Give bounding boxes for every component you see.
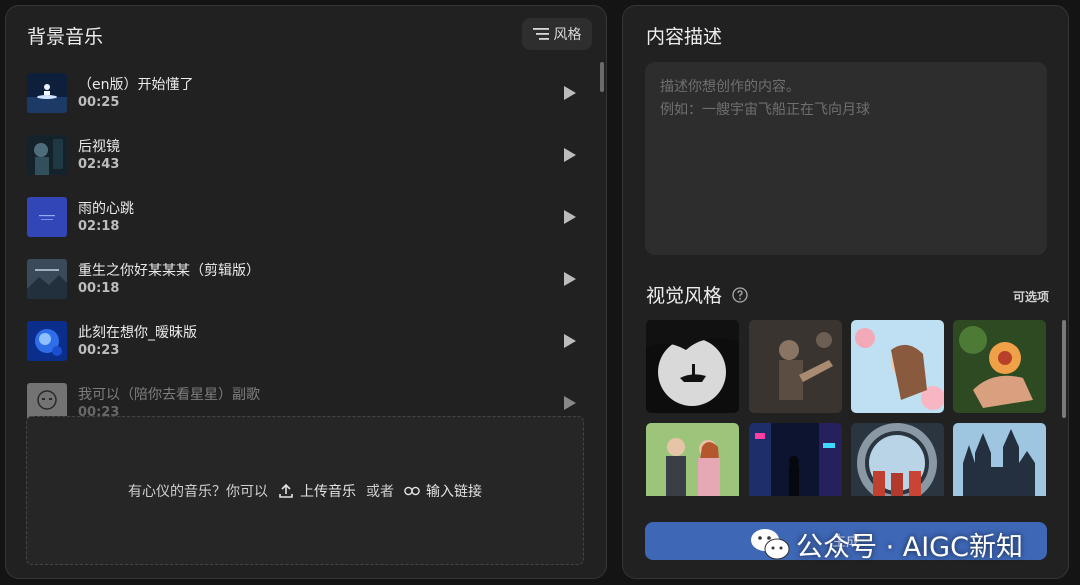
track-name: （en版）开始懂了: [78, 77, 194, 93]
style-thumb-rock-guitarist[interactable]: [749, 320, 842, 413]
upload-prompt: 有心仪的音乐？你可以: [128, 483, 268, 500]
blue-splash-cover: [27, 321, 67, 361]
track-duration: 00:23: [78, 343, 120, 358]
track-name: 雨的心跳: [78, 201, 134, 217]
optional-label: 可选项: [1013, 290, 1050, 304]
track-item[interactable]: 重生之你好某某某（剪辑版） 00:18: [6, 252, 596, 314]
track-item[interactable]: 我可以（陪你去看星星）副歌 00:23: [6, 376, 596, 418]
play-icon[interactable]: [564, 210, 576, 224]
track-item[interactable]: （en版）开始懂了 00:25: [6, 66, 596, 128]
blue-text-cover: [27, 197, 67, 237]
track-item[interactable]: 后视镜 02:43: [6, 128, 596, 190]
visual-style-grid[interactable]: [646, 320, 1048, 496]
visual-style-heading: 视觉风格: [646, 281, 748, 308]
link-icon: [404, 486, 420, 495]
track-duration: 00:25: [78, 95, 120, 110]
track-duration: 02:43: [78, 157, 120, 172]
description-input[interactable]: 描述你想创作的内容。 例如：一艘宇宙飞船正在飞向月球: [645, 62, 1047, 255]
track-list-scrollbar[interactable]: [600, 62, 604, 92]
play-icon[interactable]: [564, 334, 576, 348]
play-icon[interactable]: [564, 148, 576, 162]
play-icon[interactable]: [564, 272, 576, 286]
style-thumb-silhouette-moon[interactable]: [646, 320, 739, 413]
wechat-icon: [751, 529, 790, 560]
upload-drop-area[interactable]: 有心仪的音乐？你可以 上传音乐 或者 输入链接: [26, 416, 584, 565]
moon-boat-cover: [27, 73, 67, 113]
style-filter-button[interactable]: 风格: [522, 18, 592, 50]
upload-icon: [279, 483, 293, 498]
help-icon[interactable]: [732, 286, 748, 303]
track-name: 我可以（陪你去看星星）副歌: [78, 387, 260, 403]
music-panel-title: 背景音乐: [27, 26, 104, 48]
description-placeholder: 描述你想创作的内容。 例如：一艘宇宙飞船正在飞向月球: [660, 79, 870, 118]
or-label: 或者: [366, 483, 394, 500]
play-icon[interactable]: [564, 86, 576, 100]
watermark-text: 公众号 · AIGC新知: [796, 531, 1023, 563]
misty-mountain-cover: [27, 259, 67, 299]
track-name: 此刻在想你_暧昧版: [78, 325, 197, 341]
style-thumb-cyberpunk-street[interactable]: [749, 423, 842, 496]
night-portrait-cover: [27, 135, 67, 175]
upload-music-label: 上传音乐: [300, 483, 356, 500]
track-item[interactable]: 此刻在想你_暧昧版 00:23: [6, 314, 596, 376]
style-thumb-gothic-castle[interactable]: [953, 423, 1046, 496]
sketch-face-cover: [27, 383, 67, 418]
style-grid-scrollbar[interactable]: [1062, 320, 1066, 418]
visual-style-title: 视觉风格: [646, 285, 723, 307]
content-description-panel: 内容描述 描述你想创作的内容。 例如：一艘宇宙飞船正在飞向月球 视觉风格 可选项: [622, 5, 1069, 579]
track-item[interactable]: 雨的心跳 02:18: [6, 190, 596, 252]
track-duration: 02:18: [78, 219, 120, 234]
watermark: 公众号 · AIGC新知: [750, 524, 1023, 564]
upload-music-button[interactable]: 上传音乐: [278, 481, 356, 501]
style-thumb-astronauts-portal[interactable]: [851, 423, 944, 496]
play-icon[interactable]: [564, 396, 576, 410]
style-thumb-dreamy-girl-flowers[interactable]: [851, 320, 944, 413]
input-link-button[interactable]: 输入链接: [404, 481, 482, 501]
track-list[interactable]: （en版）开始懂了 00:25 后视镜 02:43 雨的心跳 02:18 重生之…: [6, 66, 596, 418]
track-duration: 00:18: [78, 281, 120, 296]
input-link-label: 输入链接: [426, 483, 482, 500]
content-panel-title: 内容描述: [646, 26, 723, 48]
style-thumb-peach-in-hand[interactable]: [953, 320, 1046, 413]
style-filter-label: 风格: [553, 27, 582, 43]
style-thumb-couple-in-garden[interactable]: [646, 423, 739, 496]
background-music-panel: 背景音乐 风格 （en版）开始懂了 00:25 后视镜 02:43 雨的心跳 0…: [5, 5, 607, 579]
track-name: 后视镜: [78, 139, 120, 155]
track-name: 重生之你好某某某（剪辑版）: [78, 263, 260, 279]
filter-lines-icon: [532, 28, 549, 40]
